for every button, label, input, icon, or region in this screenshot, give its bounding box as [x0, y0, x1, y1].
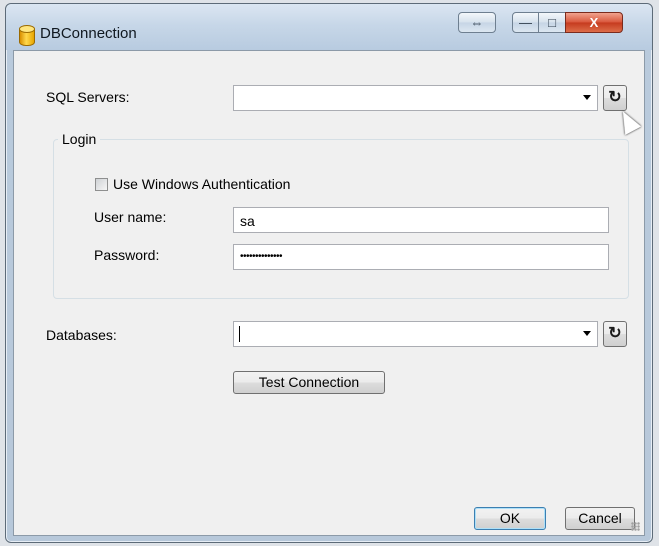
maximize-button[interactable]: □	[538, 12, 566, 33]
ok-button[interactable]: OK	[474, 507, 546, 530]
sql-servers-label: SQL Servers:	[46, 89, 130, 105]
chevron-down-icon[interactable]	[583, 95, 591, 100]
databases-label: Databases:	[46, 327, 117, 343]
password-label: Password:	[94, 247, 160, 263]
sql-servers-combobox[interactable]	[233, 85, 598, 111]
resize-grip[interactable]	[631, 522, 640, 531]
windows-auth-checkbox[interactable]	[95, 178, 108, 191]
cancel-button[interactable]: Cancel	[565, 507, 635, 530]
password-field[interactable]: ••••••••••••••	[233, 244, 609, 270]
text-caret	[239, 326, 240, 342]
dbconnection-window: DBConnection ⇔ — □ X SQL Servers: ↻ Logi…	[5, 3, 653, 543]
databases-combobox[interactable]	[233, 321, 598, 347]
minimize-button[interactable]: —	[512, 12, 539, 33]
window-title: DBConnection	[40, 25, 137, 42]
username-label: User name:	[94, 209, 167, 225]
windows-auth-label[interactable]: Use Windows Authentication	[113, 176, 290, 192]
refresh-databases-button[interactable]: ↻	[603, 321, 627, 347]
close-button[interactable]: X	[565, 12, 623, 33]
login-group-title: Login	[58, 131, 101, 147]
database-icon	[19, 25, 35, 46]
dialog-body: SQL Servers: ↻ Login Use Windows Authent…	[13, 50, 645, 536]
username-field[interactable]: sa	[233, 207, 609, 233]
refresh-icon: ↻	[608, 325, 622, 342]
test-connection-button[interactable]: Test Connection	[233, 371, 385, 394]
title-bar[interactable]: DBConnection ⇔ — □ X	[6, 4, 652, 50]
expand-button[interactable]: ⇔	[458, 12, 496, 33]
chevron-down-icon[interactable]	[583, 331, 591, 336]
refresh-servers-button[interactable]: ↻	[603, 85, 627, 111]
refresh-icon: ↻	[608, 89, 622, 106]
